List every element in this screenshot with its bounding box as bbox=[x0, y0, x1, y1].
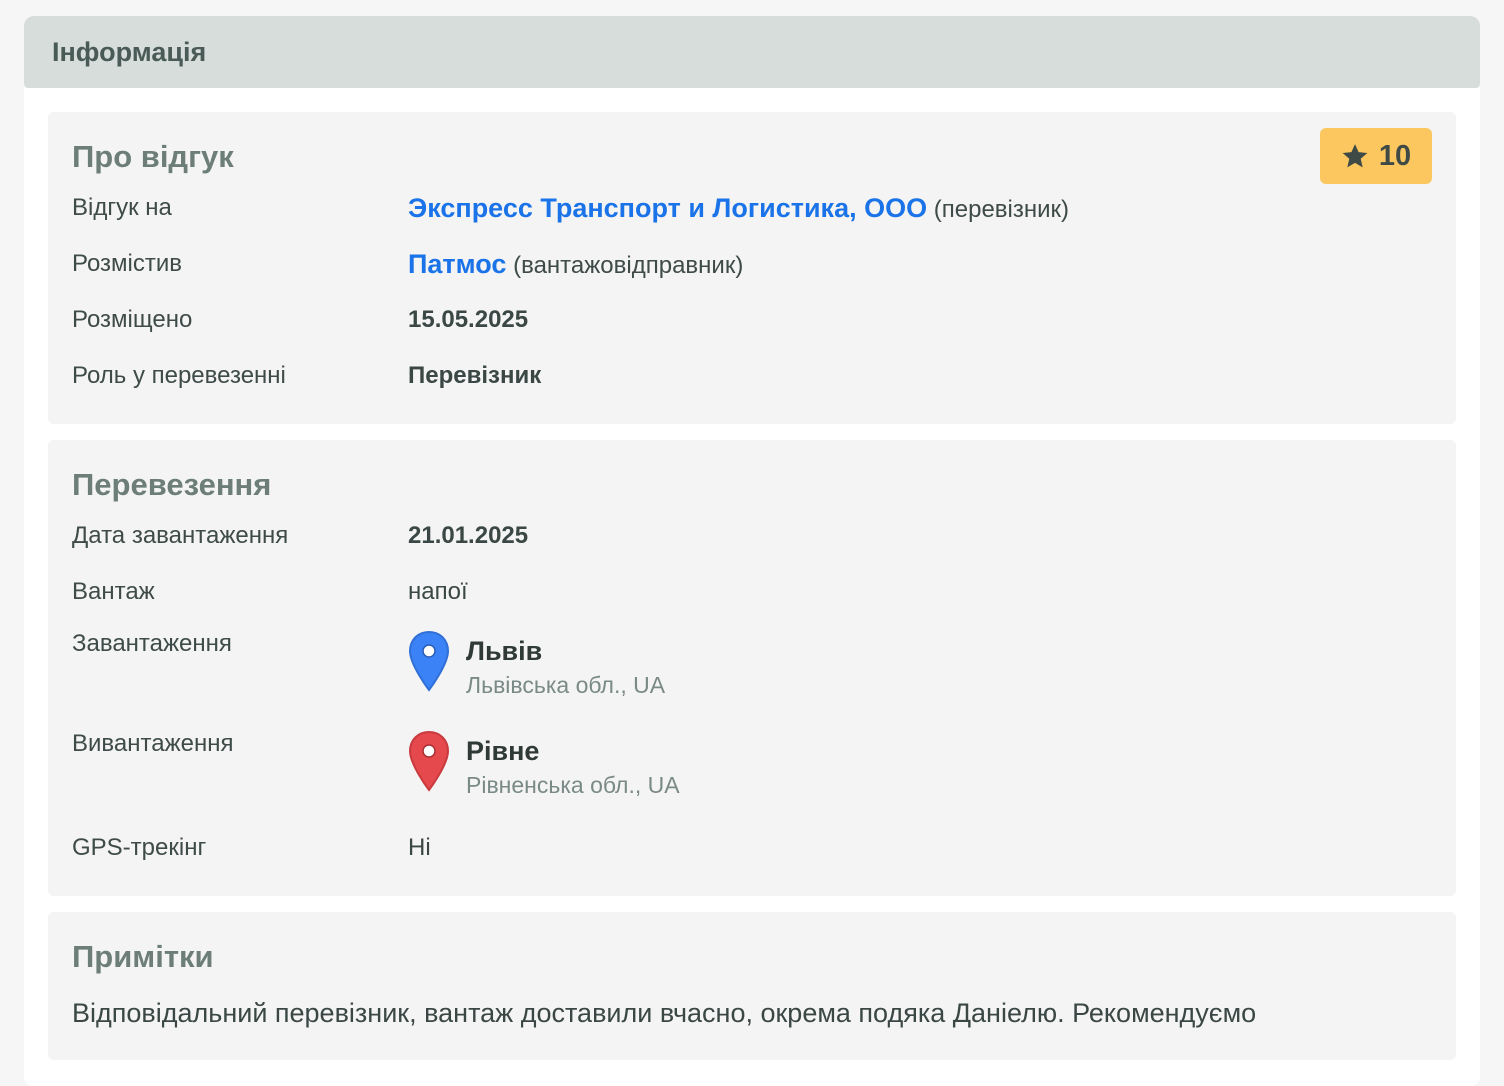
notes-card: Примітки Відповідальний перевізник, вант… bbox=[48, 912, 1456, 1060]
loading-location: Львів Львівська обл., UA bbox=[408, 630, 666, 699]
map-pin-icon bbox=[408, 730, 450, 792]
loading-date-label: Дата завантаження bbox=[72, 522, 289, 549]
notes-text: Відповідальний перевізник, вантаж достав… bbox=[72, 998, 1257, 1028]
review-for-row: Відгук на Экспресс Транспорт и Логистика… bbox=[72, 180, 1432, 236]
unloading-label: Вивантаження bbox=[72, 730, 234, 757]
rating-value: 10 bbox=[1378, 139, 1412, 172]
posted-on-value: 15.05.2025 bbox=[408, 306, 529, 333]
review-for-link[interactable]: Экспресс Транспорт и Логистика, ООО bbox=[408, 193, 927, 223]
panel-title: Інформація bbox=[52, 36, 207, 67]
review-for-label: Відгук на bbox=[72, 194, 172, 221]
review-for-suffix: (перевізник) bbox=[933, 195, 1070, 223]
gps-value: Ні bbox=[408, 834, 431, 861]
shipment-card-title: Перевезення bbox=[72, 467, 272, 502]
gps-label: GPS-трекінг bbox=[72, 834, 207, 861]
shipment-card: Перевезення Дата завантаження 21.01.2025… bbox=[48, 440, 1456, 896]
gps-row: GPS-трекінг Ні bbox=[72, 820, 1432, 876]
posted-by-label: Розмістив bbox=[72, 250, 183, 277]
cargo-label: Вантаж bbox=[72, 578, 155, 605]
star-icon bbox=[1342, 144, 1368, 168]
loading-region: Львівська обл., UA bbox=[466, 672, 666, 698]
loading-date-row: Дата завантаження 21.01.2025 bbox=[72, 508, 1432, 564]
review-card: Про відгук 10 Відгук на Экспресс Транспо… bbox=[48, 112, 1456, 424]
loading-row: Завантаження Львів Львівська обл., UA bbox=[72, 620, 1432, 720]
posted-by-link[interactable]: Патмос bbox=[408, 249, 506, 279]
cargo-row: Вантаж напої bbox=[72, 564, 1432, 620]
posted-by-suffix: (вантажовідправник) bbox=[513, 251, 744, 279]
panel-header: Інформація bbox=[24, 16, 1480, 88]
posted-on-row: Розміщено 15.05.2025 bbox=[72, 292, 1432, 348]
role-row: Роль у перевезенні Перевізник bbox=[72, 348, 1432, 404]
unloading-city: Рівне bbox=[466, 736, 540, 766]
role-value: Перевізник bbox=[408, 362, 542, 389]
loading-date-value: 21.01.2025 bbox=[408, 522, 529, 549]
review-card-title: Про відгук bbox=[72, 139, 234, 174]
loading-label: Завантаження bbox=[72, 630, 232, 657]
unloading-location: Рівне Рівненська обл., UA bbox=[408, 730, 680, 799]
cargo-value: напої bbox=[408, 578, 468, 605]
rating-badge: 10 bbox=[1320, 128, 1432, 184]
loading-city: Львів bbox=[466, 636, 543, 666]
info-panel: Інформація Про відгук 10 Відгук на Экспр… bbox=[24, 16, 1480, 1086]
role-label: Роль у перевезенні bbox=[72, 362, 286, 389]
unloading-row: Вивантаження Рівне Рівненська обл., UA bbox=[72, 720, 1432, 820]
posted-by-row: Розмістив Патмос (вантажовідправник) bbox=[72, 236, 1432, 292]
unloading-region: Рівненська обл., UA bbox=[466, 772, 680, 798]
posted-on-label: Розміщено bbox=[72, 306, 193, 333]
notes-card-title: Примітки bbox=[72, 939, 214, 974]
map-pin-icon bbox=[408, 630, 450, 692]
